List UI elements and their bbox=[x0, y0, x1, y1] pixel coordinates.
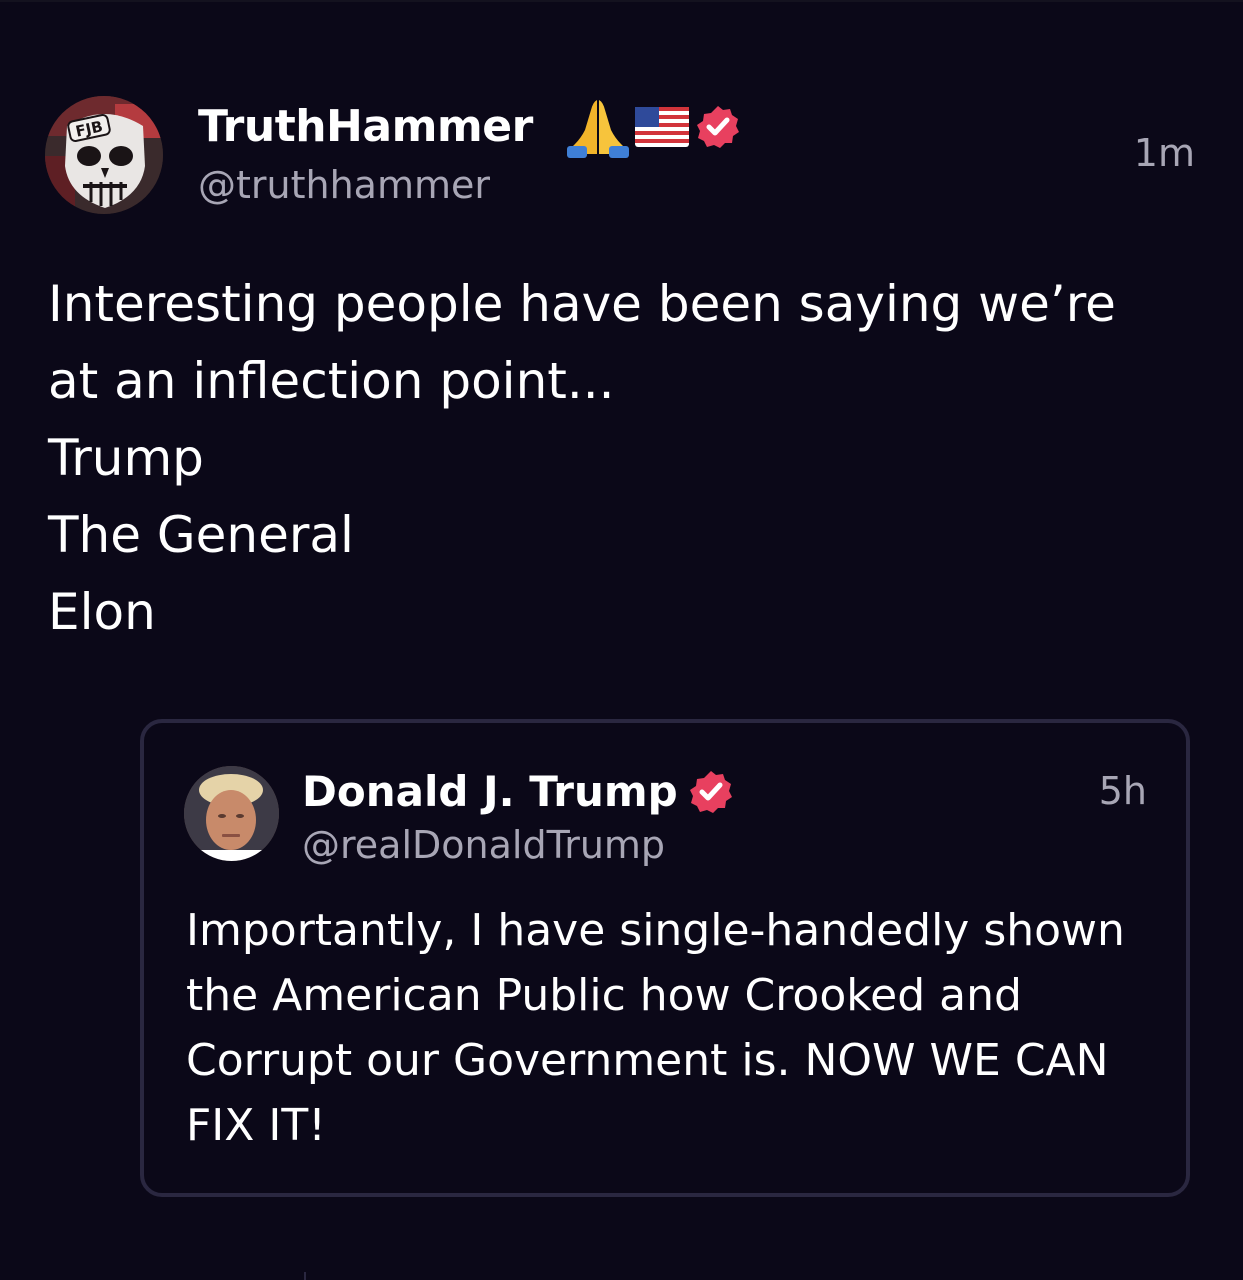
post-text-line: Interesting people have been saying we’r… bbox=[48, 275, 1116, 333]
verified-badge-icon bbox=[689, 771, 732, 813]
post-text-line: Elon bbox=[48, 583, 156, 641]
post-text-line: at an inflection point... bbox=[48, 352, 615, 410]
post-body: Interesting people have been saying we’r… bbox=[48, 266, 1198, 651]
quoted-author-handle[interactable]: @realDonaldTrump bbox=[302, 822, 665, 868]
divider bbox=[0, 0, 1243, 2]
verified-badge-icon bbox=[697, 106, 739, 148]
avatar-image: FJB bbox=[45, 96, 163, 214]
avatar-image bbox=[184, 766, 279, 861]
post-text-line: Trump bbox=[48, 429, 204, 487]
quoted-post-body: Importantly, I have single-handedly show… bbox=[186, 905, 1125, 1151]
quoted-author-name-text: Donald J. Trump bbox=[302, 767, 678, 816]
quoted-post-timestamp[interactable]: 5h bbox=[1099, 768, 1147, 814]
post-text-line: The General bbox=[48, 506, 354, 564]
quoted-author-avatar[interactable] bbox=[184, 766, 279, 861]
praying-hands-icon bbox=[567, 100, 629, 158]
author-badges bbox=[567, 96, 741, 158]
author-avatar[interactable]: FJB bbox=[45, 96, 163, 214]
quoted-author-display-name[interactable]: Donald J. Trump bbox=[302, 766, 734, 818]
post-timestamp[interactable]: 1m bbox=[1134, 130, 1195, 176]
author-handle[interactable]: @truthhammer bbox=[198, 162, 490, 208]
author-display-name[interactable]: TruthHammer bbox=[198, 100, 533, 154]
us-flag-icon bbox=[635, 107, 689, 147]
divider bbox=[304, 1272, 306, 1280]
post: FJB TruthHammer @truthhammer 1m Interest… bbox=[0, 0, 1243, 1280]
